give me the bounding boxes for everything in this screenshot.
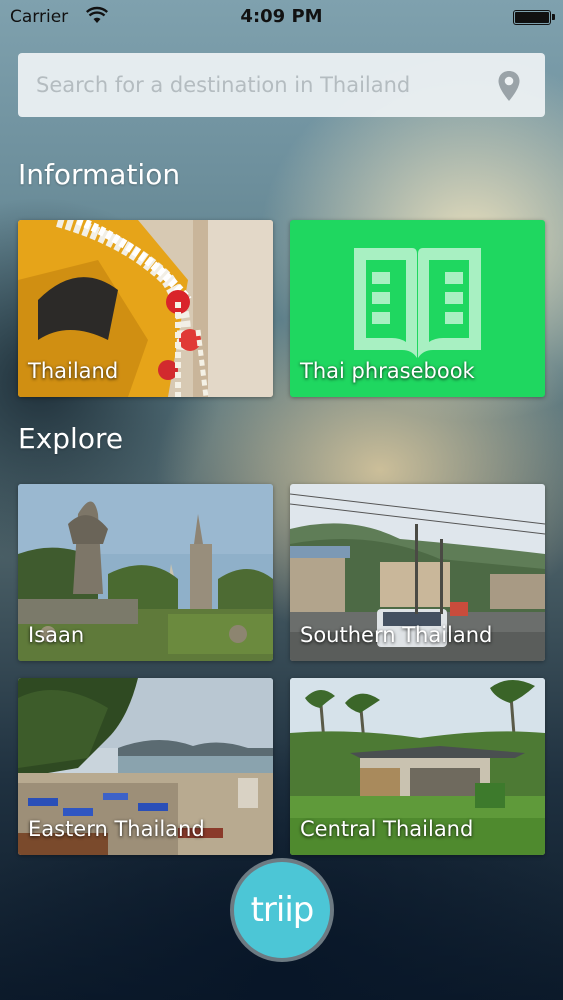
tile-central-thailand[interactable]: Central Thailand: [290, 678, 545, 855]
tile-thailand[interactable]: Thailand: [18, 220, 273, 397]
tile-label: Isaan: [28, 623, 85, 647]
status-bar: Carrier 4:09 PM: [0, 0, 563, 36]
book-icon: [350, 242, 485, 368]
tile-label: Thailand: [28, 359, 119, 383]
search-input[interactable]: [36, 53, 486, 117]
section-title-explore: Explore: [18, 422, 124, 455]
status-time: 4:09 PM: [240, 6, 323, 27]
tile-label: Thai phrasebook: [300, 359, 475, 383]
logo-text: triip: [250, 890, 315, 930]
tile-eastern-thailand[interactable]: Eastern Thailand: [18, 678, 273, 855]
tile-isaan[interactable]: Isaan: [18, 484, 273, 661]
battery-icon: [513, 10, 555, 25]
section-title-information: Information: [18, 158, 181, 191]
tile-label: Eastern Thailand: [28, 817, 205, 841]
search-bar: [18, 53, 545, 117]
triip-logo[interactable]: triip: [230, 858, 334, 962]
tile-thai-phrasebook[interactable]: Thai phrasebook: [290, 220, 545, 397]
tile-label: Southern Thailand: [300, 623, 493, 647]
tile-southern-thailand[interactable]: Southern Thailand: [290, 484, 545, 661]
tile-label: Central Thailand: [300, 817, 474, 841]
location-pin-icon[interactable]: [497, 70, 521, 106]
